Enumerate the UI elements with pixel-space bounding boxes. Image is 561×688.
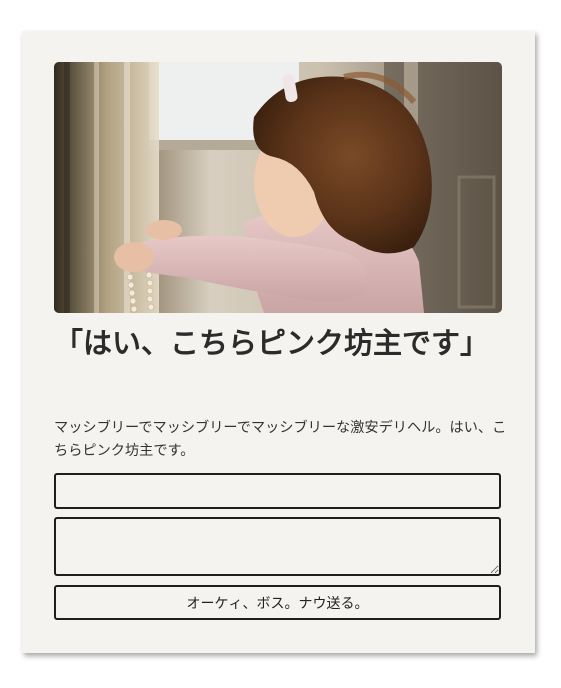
card-title: 「はい、こちらピンク坊主です」 xyxy=(54,326,490,360)
hero-photo xyxy=(54,62,502,313)
submit-button[interactable]: オーケィ、ボス。ナウ送る。 xyxy=(54,585,501,620)
card-description: マッシブリーでマッシブリーでマッシブリーな激安デリヘル。はい、こちらピンク坊主で… xyxy=(54,420,507,459)
hero-photo-image xyxy=(54,62,502,313)
message-textarea[interactable] xyxy=(54,517,501,576)
card: 「はい、こちらピンク坊主です」 マッシブリーでマッシブリーでマッシブリーな激安デ… xyxy=(22,31,535,653)
name-input[interactable] xyxy=(54,473,501,509)
